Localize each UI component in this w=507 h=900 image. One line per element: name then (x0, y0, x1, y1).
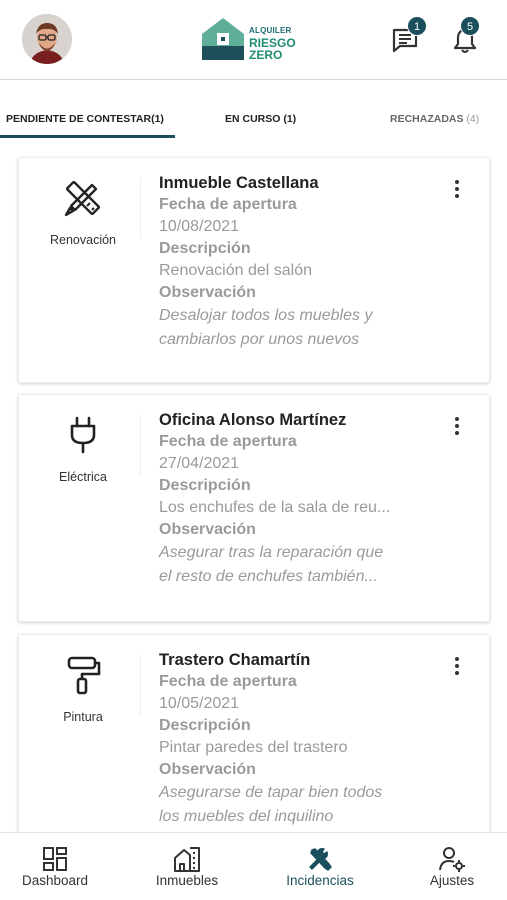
incident-card[interactable]: Renovación Inmueble Castellana Fecha de … (18, 157, 490, 383)
app-header: ALQUILER RIESGO ZERO 1 5 (0, 0, 507, 80)
kebab-dot (455, 657, 459, 661)
observation-value: Asegurar tras la reparación que el resto… (159, 544, 384, 585)
tab-rejected-count: (4) (466, 113, 480, 125)
house-logo-icon (202, 18, 244, 60)
incident-details: Inmueble Castellana Fecha de apertura 10… (159, 172, 449, 352)
notifications-button[interactable]: 5 (451, 16, 480, 54)
building-icon (174, 847, 200, 872)
tab-rejected-label: RECHAZADAS (390, 113, 464, 125)
card-divider (140, 415, 141, 475)
brand-logo[interactable]: ALQUILER RIESGO ZERO (200, 16, 310, 62)
description-label: Descripción (159, 477, 251, 494)
kebab-dot (455, 424, 459, 428)
nav-dashboard[interactable]: Dashboard (10, 833, 100, 900)
date-label: Fecha de apertura (159, 196, 297, 213)
avatar[interactable] (22, 14, 72, 64)
tab-in-progress[interactable]: EN CURSO (1) (225, 113, 296, 125)
date-label: Fecha de apertura (159, 433, 297, 450)
observation-label: Observación (159, 284, 256, 301)
dashboard-icon (43, 847, 67, 871)
incident-title: Oficina Alonso Martínez (159, 411, 347, 429)
description-value: Renovación del salón (159, 262, 312, 279)
description-label: Descripción (159, 717, 251, 734)
logo-wordmark: ALQUILER RIESGO ZERO (249, 25, 296, 61)
tab-pending[interactable]: PENDIENTE DE CONTESTAR(1) (6, 113, 164, 125)
paint-roller-icon (67, 656, 101, 695)
observation-value: Asegurarse de tapar bien todos los muebl… (159, 784, 383, 825)
date-label: Fecha de apertura (159, 673, 297, 690)
more-options-button[interactable] (447, 178, 467, 204)
nav-inmuebles[interactable]: Inmuebles (142, 833, 232, 900)
tab-rejected[interactable]: RECHAZADAS (4) (390, 113, 479, 125)
incident-card[interactable]: Eléctrica Oficina Alonso Martínez Fecha … (18, 394, 490, 622)
category-label: Eléctrica (59, 470, 107, 484)
incident-category: Renovación (19, 158, 139, 382)
kebab-dot (455, 180, 459, 184)
notifications-badge: 5 (460, 16, 480, 36)
logo-line-3: ZERO (249, 48, 283, 62)
date-value: 27/04/2021 (159, 455, 240, 472)
observation-label: Observación (159, 521, 256, 538)
kebab-dot (455, 187, 459, 191)
nav-label: Ajustes (429, 873, 475, 888)
more-options-button[interactable] (447, 415, 467, 441)
description-value: Los enchufes de la sala de reu... (159, 499, 391, 516)
nav-ajustes[interactable]: Ajustes (407, 833, 497, 900)
incident-tabs: PENDIENTE DE CONTESTAR(1) EN CURSO (1) R… (0, 81, 507, 139)
date-value: 10/08/2021 (159, 218, 240, 235)
category-label: Pintura (63, 710, 103, 724)
nav-label: Inmuebles (155, 873, 219, 888)
avatar-image (22, 14, 72, 64)
nav-incidencias[interactable]: Incidencias (275, 833, 365, 900)
incident-details: Oficina Alonso Martínez Fecha de apertur… (159, 409, 449, 589)
more-options-button[interactable] (447, 655, 467, 681)
messages-badge: 1 (407, 16, 427, 36)
incident-title: Trastero Chamartín (159, 651, 311, 669)
kebab-dot (455, 417, 459, 421)
incident-title: Inmueble Castellana (159, 174, 319, 192)
observation-value: Desalojar todos los muebles y cambiarlos… (159, 307, 373, 348)
date-value: 10/05/2021 (159, 695, 240, 712)
ruler-pencil-icon (64, 180, 101, 217)
category-label: Renovación (49, 233, 116, 247)
incident-card[interactable]: Pintura Trastero Chamartín Fecha de aper… (18, 634, 490, 850)
tools-icon (309, 848, 332, 871)
user-settings-icon (439, 847, 465, 872)
description-label: Descripción (159, 240, 251, 257)
plug-icon (70, 416, 96, 454)
bottom-navigation: Dashboard Inmuebles Incidencias Ajustes (0, 832, 507, 900)
kebab-dot (455, 194, 459, 198)
nav-label: Dashboard (21, 873, 89, 888)
messages-button[interactable]: 1 (391, 16, 427, 54)
incident-category: Pintura (19, 635, 139, 849)
observation-label: Observación (159, 761, 256, 778)
incident-details: Trastero Chamartín Fecha de apertura 10/… (159, 649, 449, 829)
kebab-dot (455, 431, 459, 435)
description-value: Pintar paredes del trastero (159, 739, 348, 756)
incident-category: Eléctrica (19, 395, 139, 621)
card-divider (140, 655, 141, 715)
active-tab-indicator (0, 135, 175, 138)
kebab-dot (455, 671, 459, 675)
kebab-dot (455, 664, 459, 668)
nav-label: Incidencias (286, 873, 354, 888)
card-divider (140, 178, 141, 238)
